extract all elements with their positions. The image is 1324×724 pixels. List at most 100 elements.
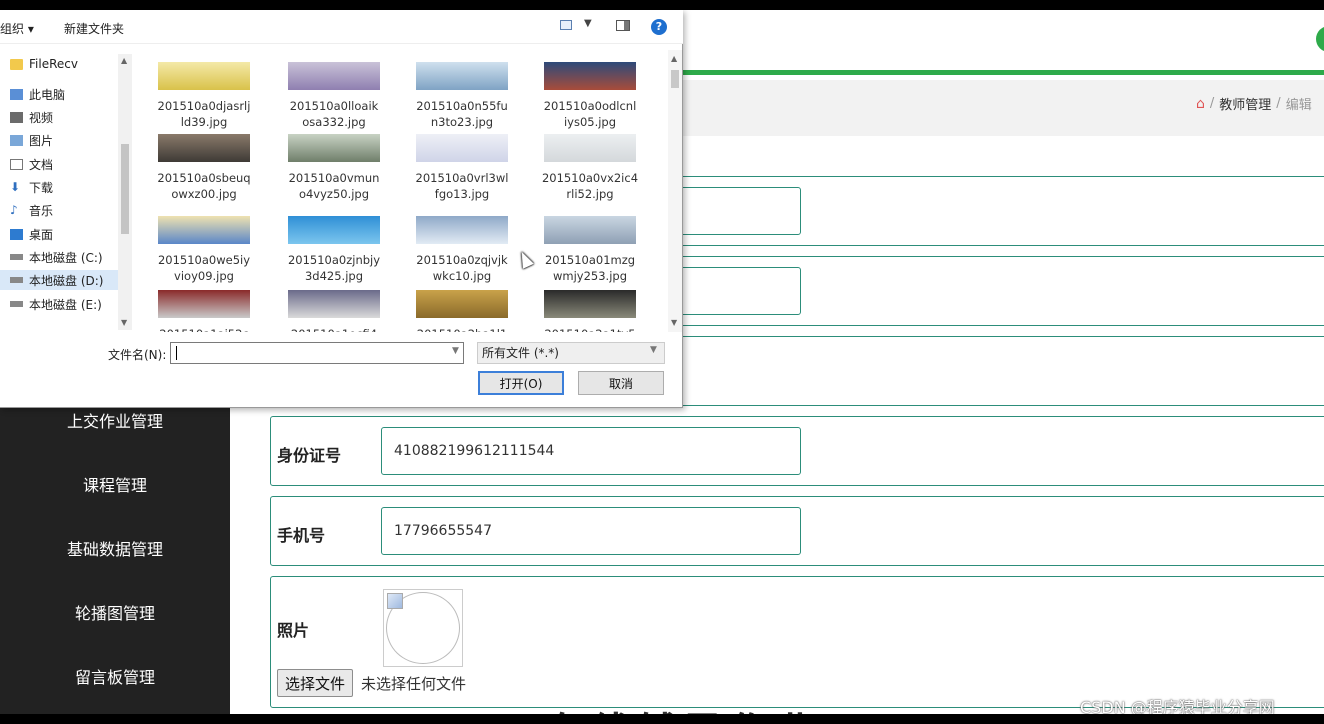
file-item[interactable]: 201510a0zjnbjy 3d425.jpg — [270, 216, 398, 294]
tree-item-label: 本地磁盘 (D:) — [29, 273, 104, 288]
chevron-down-icon[interactable]: ▼ — [650, 345, 657, 355]
file-item[interactable]: 201510a0zqjvjk wkc10.jpg — [398, 216, 526, 294]
tree-item-drive-d[interactable]: 本地磁盘 (D:) — [0, 270, 118, 290]
file-thumbnail — [288, 216, 380, 244]
tree-item-music[interactable]: ♪ 音乐 — [10, 200, 53, 220]
scroll-up-icon[interactable]: ▲ — [671, 54, 677, 63]
tree-item-pictures[interactable]: 图片 — [10, 130, 53, 150]
tree-item-filerecv[interactable]: FileRecv — [10, 54, 78, 74]
file-name: 201510a2a1tv5 — [526, 326, 654, 332]
breadcrumb-separator: / — [1276, 96, 1281, 111]
chevron-down-icon[interactable]: ▼ — [452, 346, 459, 356]
scrollbar-thumb[interactable] — [671, 70, 679, 88]
computer-icon — [10, 88, 23, 100]
tree-item-documents[interactable]: 文档 — [10, 154, 53, 174]
file-item[interactable]: 201510a0sbeuq owxz00.jpg — [140, 134, 268, 212]
tree-item-downloads[interactable]: ⬇ 下载 — [10, 177, 53, 197]
breadcrumb-section[interactable]: 教师管理 — [1219, 94, 1271, 113]
file-thumbnail — [544, 290, 636, 318]
filename-input[interactable] — [170, 342, 464, 364]
file-thumbnail — [544, 216, 636, 244]
tree-item-videos[interactable]: 视频 — [10, 107, 53, 127]
id-card-input[interactable]: 410882199612111544 — [381, 427, 801, 475]
tree-item-label: 音乐 — [29, 203, 54, 218]
dialog-toolbar: 组织 ▾ 新建文件夹 ▼ ? — [0, 10, 683, 44]
home-icon[interactable]: ⌂ — [1196, 96, 1205, 112]
text-caret — [176, 346, 177, 360]
filename-label: 文件名(N): — [108, 348, 167, 362]
sidebar-item-courses[interactable]: 课程管理 — [0, 466, 230, 506]
page-title: 在线辅导作业 — [545, 700, 821, 714]
file-name: 201510a0vmun o4vyz50.jpg — [288, 171, 380, 201]
tree-item-label: 本地磁盘 (E:) — [29, 297, 102, 312]
file-type-select[interactable]: 所有文件 (*.*) — [477, 342, 665, 364]
sidebar-item-homework[interactable]: 上交作业管理 — [0, 402, 230, 442]
choose-file-button[interactable]: 选择文件 — [277, 669, 354, 697]
sidebar-item-carousel[interactable]: 轮播图管理 — [0, 594, 230, 634]
photo-preview — [383, 589, 463, 667]
file-grid-scrollbar[interactable]: ▲ ▼ — [668, 50, 682, 332]
file-thumbnail — [416, 290, 508, 318]
file-item[interactable]: 201510a2ba1l1 — [398, 290, 526, 332]
form-row-phone: 手机号 17796655547 — [270, 496, 1324, 566]
file-thumbnail — [158, 134, 250, 162]
disk-icon — [10, 301, 23, 307]
file-item[interactable]: 201510a0n55fu n3to23.jpg — [398, 62, 526, 140]
file-thumbnail — [416, 62, 508, 90]
tree-item-label: 视频 — [29, 110, 54, 125]
view-icon[interactable] — [560, 20, 572, 30]
folder-icon — [10, 58, 23, 70]
help-icon[interactable]: ? — [651, 19, 667, 35]
preview-pane-icon[interactable] — [616, 20, 630, 31]
tree-item-desktop[interactable]: 桌面 — [10, 224, 53, 244]
file-name: 201510a0we5iy vioy09.jpg — [157, 253, 251, 283]
tree-item-drive-c[interactable]: 本地磁盘 (C:) — [10, 247, 103, 267]
file-thumbnail — [416, 216, 508, 244]
file-name: 201510a0vx2ic4 rli52.jpg — [541, 171, 639, 201]
file-item[interactable]: 201510a0we5iy vioy09.jpg — [140, 216, 268, 294]
sidebar-item-message-board[interactable]: 留言板管理 — [0, 658, 230, 698]
video-icon — [10, 111, 23, 123]
phone-input[interactable]: 17796655547 — [381, 507, 801, 555]
file-grid: 201510a0djasrlj ld39.jpg 201510a0lloaik o… — [140, 48, 668, 332]
tree-item-label: 文档 — [29, 157, 54, 172]
scroll-down-icon[interactable]: ▼ — [671, 318, 677, 327]
scroll-up-icon[interactable]: ▲ — [121, 56, 127, 65]
chevron-down-icon[interactable]: ▼ — [584, 18, 592, 29]
file-item[interactable]: 201510a0vx2ic4 rli52.jpg — [526, 134, 654, 212]
cancel-button[interactable]: 取消 — [578, 371, 664, 395]
documents-icon — [10, 158, 23, 170]
file-item[interactable]: 201510a0djasrlj ld39.jpg — [140, 62, 268, 140]
file-thumbnail — [288, 134, 380, 162]
file-item[interactable]: 201510a0vrl3wl fgo13.jpg — [398, 134, 526, 212]
file-item[interactable]: 201510a01mzg wmjy253.jpg — [526, 216, 654, 294]
disk-icon — [10, 277, 23, 283]
tree-item-label: 下载 — [29, 180, 54, 195]
tree-item-drive-e[interactable]: 本地磁盘 (E:) — [10, 294, 102, 314]
scrollbar-thumb[interactable] — [121, 144, 129, 234]
new-folder-button[interactable]: 新建文件夹 — [64, 20, 124, 37]
tree-item-label: 本地磁盘 (C:) — [29, 250, 103, 265]
scroll-down-icon[interactable]: ▼ — [121, 318, 127, 327]
file-name: 201510a2ba1l1 — [398, 326, 526, 332]
file-name: 201510a1ai52c — [140, 326, 268, 332]
file-name: 201510a01mzg wmjy253.jpg — [544, 253, 636, 283]
sidebar-item-base-data[interactable]: 基础数据管理 — [0, 530, 230, 570]
file-item[interactable]: 201510a2a1tv5 — [526, 290, 654, 332]
pictures-icon — [10, 134, 23, 146]
tree-item-this-pc[interactable]: 此电脑 — [10, 84, 65, 104]
folder-tree-scrollbar[interactable]: ▲ ▼ — [118, 54, 132, 330]
file-thumbnail — [158, 62, 250, 90]
file-item[interactable]: 201510a0vmun o4vyz50.jpg — [270, 134, 398, 212]
phone-label: 手机号 — [277, 526, 326, 545]
file-item[interactable]: 201510a0lloaik osa332.jpg — [270, 62, 398, 140]
download-icon: ⬇ — [10, 180, 21, 194]
broken-image-icon — [387, 593, 403, 609]
breadcrumb-current: 编辑 — [1285, 98, 1312, 113]
file-thumbnail — [544, 62, 636, 90]
organize-menu[interactable]: 组织 ▾ — [0, 20, 34, 37]
file-item[interactable]: 201510a0odlcnl iys05.jpg — [526, 62, 654, 140]
open-button[interactable]: 打开(O) — [478, 371, 564, 395]
file-item[interactable]: 201510a1ocfi4 — [270, 290, 398, 332]
file-item[interactable]: 201510a1ai52c — [140, 290, 268, 332]
